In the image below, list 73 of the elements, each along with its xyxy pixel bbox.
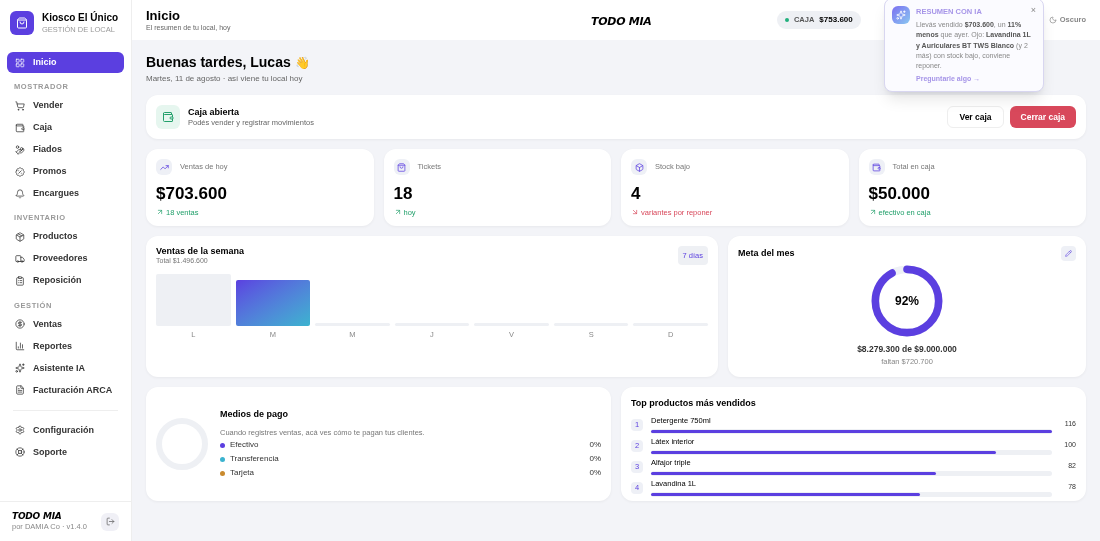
brand-name: Kiosco El Único <box>42 12 119 25</box>
brand-logo: TODO MIA <box>12 511 63 523</box>
nav-icon <box>15 425 25 436</box>
arrow-up-icon <box>868 208 877 217</box>
edit-button[interactable] <box>1061 246 1076 261</box>
goal-amount: $8.279.300 de $9.000.000 <box>857 343 957 356</box>
sidebar-item[interactable]: Soporte <box>7 441 124 463</box>
close-button[interactable]: × <box>1030 6 1036 15</box>
brand-logo: TODO MIA <box>591 15 652 28</box>
pencil-icon <box>1065 250 1072 257</box>
sidebar-item[interactable]: Encargues <box>7 183 124 205</box>
sidebar-item[interactable]: Fiados <box>7 139 124 161</box>
sidebar-item[interactable]: Ventas <box>7 313 124 335</box>
stat-icon <box>156 159 172 175</box>
card-title: Medios de pago <box>220 407 289 421</box>
sidebar-item[interactable]: Facturación ARCA <box>7 379 124 401</box>
stat-icon <box>868 159 885 175</box>
sidebar-item[interactable]: Reposición <box>7 270 124 292</box>
brand-icon <box>10 11 34 35</box>
logout-button[interactable] <box>101 512 119 531</box>
nav-icon <box>15 122 25 133</box>
sidebar-item[interactable]: Vender <box>7 95 124 117</box>
cash-amount: $753.600 <box>819 14 853 26</box>
close-cash-button[interactable]: Cerrar caja <box>1009 106 1076 128</box>
nav-icon <box>15 254 25 264</box>
sidebar-item[interactable]: Configuración <box>7 419 124 441</box>
card-title: Top productos más vendidos <box>631 397 757 410</box>
nav-icon <box>15 276 25 286</box>
sidebar-item[interactable]: Inicio <box>7 52 124 73</box>
wallet-icon <box>156 105 180 129</box>
sparkle-icon <box>892 6 910 24</box>
stat-value: 4 <box>631 183 642 205</box>
nav-icon <box>15 188 25 199</box>
nav-icon <box>15 57 25 68</box>
sidebar-item[interactable]: Caja <box>7 117 124 139</box>
legend-label: Efectivo <box>230 439 259 452</box>
nav-icon <box>15 166 25 177</box>
greeting-subtitle: Martes, 11 de agosto · así viene tu local hoy <box>146 73 303 85</box>
legend-label: Transferencia <box>230 453 279 466</box>
sidebar-item[interactable]: Promos <box>7 161 124 183</box>
goal-percent: 92% <box>894 293 920 310</box>
nav-icon <box>15 144 25 155</box>
legend-value: 0% <box>589 439 601 452</box>
stat-icon <box>631 159 647 175</box>
sidebar-item[interactable]: Asistente IA <box>7 357 124 379</box>
arrow-up-icon <box>156 208 164 217</box>
nav-icon <box>15 100 25 111</box>
sidebar-item[interactable]: Reportes <box>7 335 124 357</box>
stat-value: $50.000 <box>868 183 931 205</box>
stat-value: 18 <box>393 183 414 205</box>
nav-icon <box>15 363 25 374</box>
arrow-up-icon <box>393 208 402 217</box>
card-title: Ventas de la semana <box>156 246 245 258</box>
nav-icon <box>15 385 25 396</box>
cash-status-title: Caja abierta <box>188 106 241 118</box>
legend-value: 0% <box>589 467 601 480</box>
legend-value: 0% <box>589 453 601 466</box>
stat-value: $703.600 <box>156 183 228 205</box>
sidebar-item[interactable]: Proveedores <box>7 248 124 270</box>
nav-icon <box>15 447 25 458</box>
arrow-down-icon <box>631 208 639 217</box>
nav-icon <box>15 341 25 352</box>
sidebar-item[interactable]: Productos <box>7 226 124 248</box>
logout-icon <box>105 517 115 526</box>
view-cash-button[interactable]: Ver caja <box>947 106 1004 128</box>
nav-icon <box>15 319 25 330</box>
legend-label: Tarjeta <box>230 467 254 480</box>
moon-icon <box>1048 16 1057 24</box>
stat-icon <box>393 159 410 175</box>
greeting-title: Buenas tardes, Lucas 👋 <box>146 53 310 72</box>
page-title: Inicio <box>146 7 181 24</box>
nav-icon <box>15 232 25 242</box>
card-title: Meta del mes <box>738 246 795 260</box>
